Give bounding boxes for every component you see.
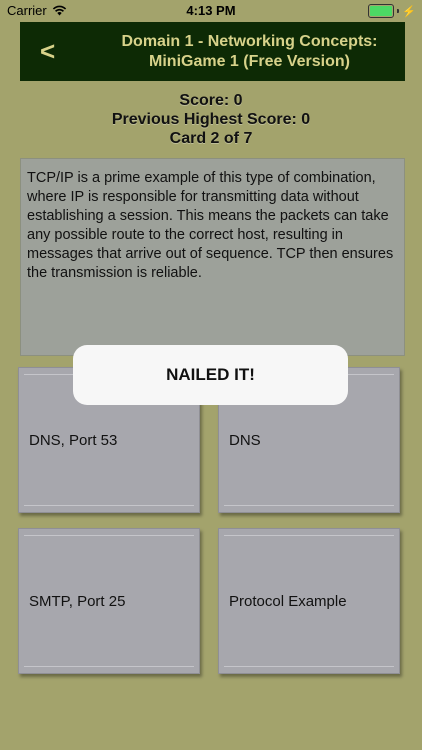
back-button[interactable]: < xyxy=(40,36,55,67)
answer-card-3[interactable]: SMTP, Port 25 xyxy=(18,528,200,674)
answer-card-4[interactable]: Protocol Example xyxy=(218,528,400,674)
header-bar: < Domain 1 - Networking Concepts: MiniGa… xyxy=(20,22,405,81)
answer-label: SMTP, Port 25 xyxy=(29,593,126,610)
title-line-1: Domain 1 - Networking Concepts: xyxy=(121,33,378,50)
title-line-2: MiniGame 1 (Free Version) xyxy=(149,53,350,70)
score-text: Score: 0 xyxy=(179,92,243,109)
charging-icon: ⚡ xyxy=(402,5,416,18)
clock: 4:13 PM xyxy=(186,3,236,18)
toast-text: NAILED IT! xyxy=(166,365,255,384)
card-progress: Card 2 of 7 xyxy=(169,130,253,147)
question-text: TCP/IP is a prime example of this type o… xyxy=(20,158,405,356)
answer-label: Protocol Example xyxy=(229,593,347,610)
answer-label: DNS, Port 53 xyxy=(29,432,118,449)
score-panel: Score: 0 Previous Highest Score: 0 Card … xyxy=(0,91,422,148)
page-title: Domain 1 - Networking Concepts: MiniGame… xyxy=(100,32,399,72)
status-bar: Carrier 4:13 PM ⚡ xyxy=(0,0,422,22)
previous-highest-score: Previous Highest Score: 0 xyxy=(111,111,311,128)
battery-indicator: ⚡ xyxy=(368,4,416,18)
result-toast: NAILED IT! xyxy=(73,345,348,405)
battery-icon xyxy=(368,4,395,18)
answer-label: DNS xyxy=(229,432,261,449)
